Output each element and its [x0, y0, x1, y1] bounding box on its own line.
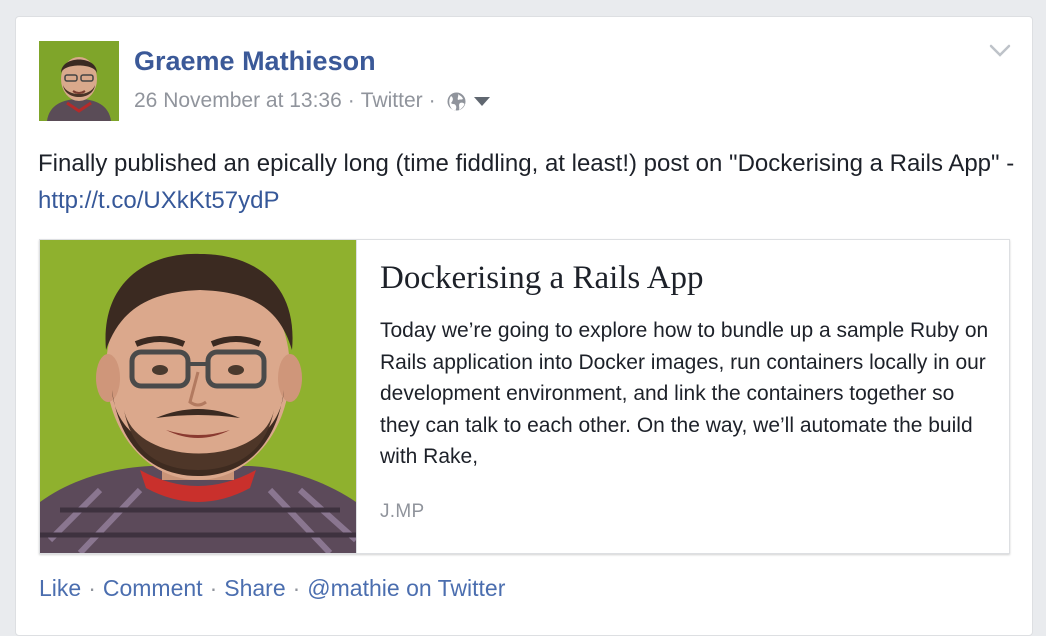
- meta-separator: ·: [428, 89, 436, 112]
- link-preview-image: [40, 240, 357, 553]
- action-separator: ·: [88, 574, 96, 601]
- meta-separator: ·: [347, 89, 355, 112]
- post-source[interactable]: Twitter: [361, 89, 423, 113]
- author-avatar[interactable]: [39, 41, 119, 121]
- link-preview-domain: J.MP: [380, 501, 425, 522]
- status-link[interactable]: http://t.co/UXkKt57ydP: [38, 187, 279, 214]
- twitter-source-link[interactable]: @mathie on Twitter: [307, 575, 505, 602]
- share-button[interactable]: Share: [224, 575, 285, 602]
- comment-button[interactable]: Comment: [103, 575, 203, 602]
- post-meta: 26 November at 13:36 · Twitter ·: [134, 88, 490, 114]
- action-separator: ·: [209, 574, 218, 601]
- action-separator: ·: [292, 574, 301, 601]
- author-name[interactable]: Graeme Mathieson: [134, 46, 376, 77]
- post-actions: Like · Comment · Share · @mathie on Twit…: [39, 573, 505, 603]
- chevron-down-icon[interactable]: [988, 43, 1012, 59]
- link-preview-card[interactable]: Dockerising a Rails App Today we’re goin…: [39, 239, 1010, 554]
- link-preview-title[interactable]: Dockerising a Rails App: [380, 260, 990, 297]
- status-body: Finally published an epically long (time…: [38, 150, 1015, 177]
- like-button[interactable]: Like: [39, 575, 81, 602]
- post-status-text: Finally published an epically long (time…: [38, 145, 1018, 219]
- avatar-photo: [39, 41, 119, 121]
- post-card: Graeme Mathieson 26 November at 13:36 · …: [15, 16, 1033, 636]
- audience-dropdown-icon[interactable]: [473, 96, 490, 106]
- globe-icon: [446, 91, 467, 112]
- post-timestamp[interactable]: 26 November at 13:36: [134, 89, 342, 113]
- link-preview-description: Today we’re going to explore how to bund…: [380, 319, 989, 468]
